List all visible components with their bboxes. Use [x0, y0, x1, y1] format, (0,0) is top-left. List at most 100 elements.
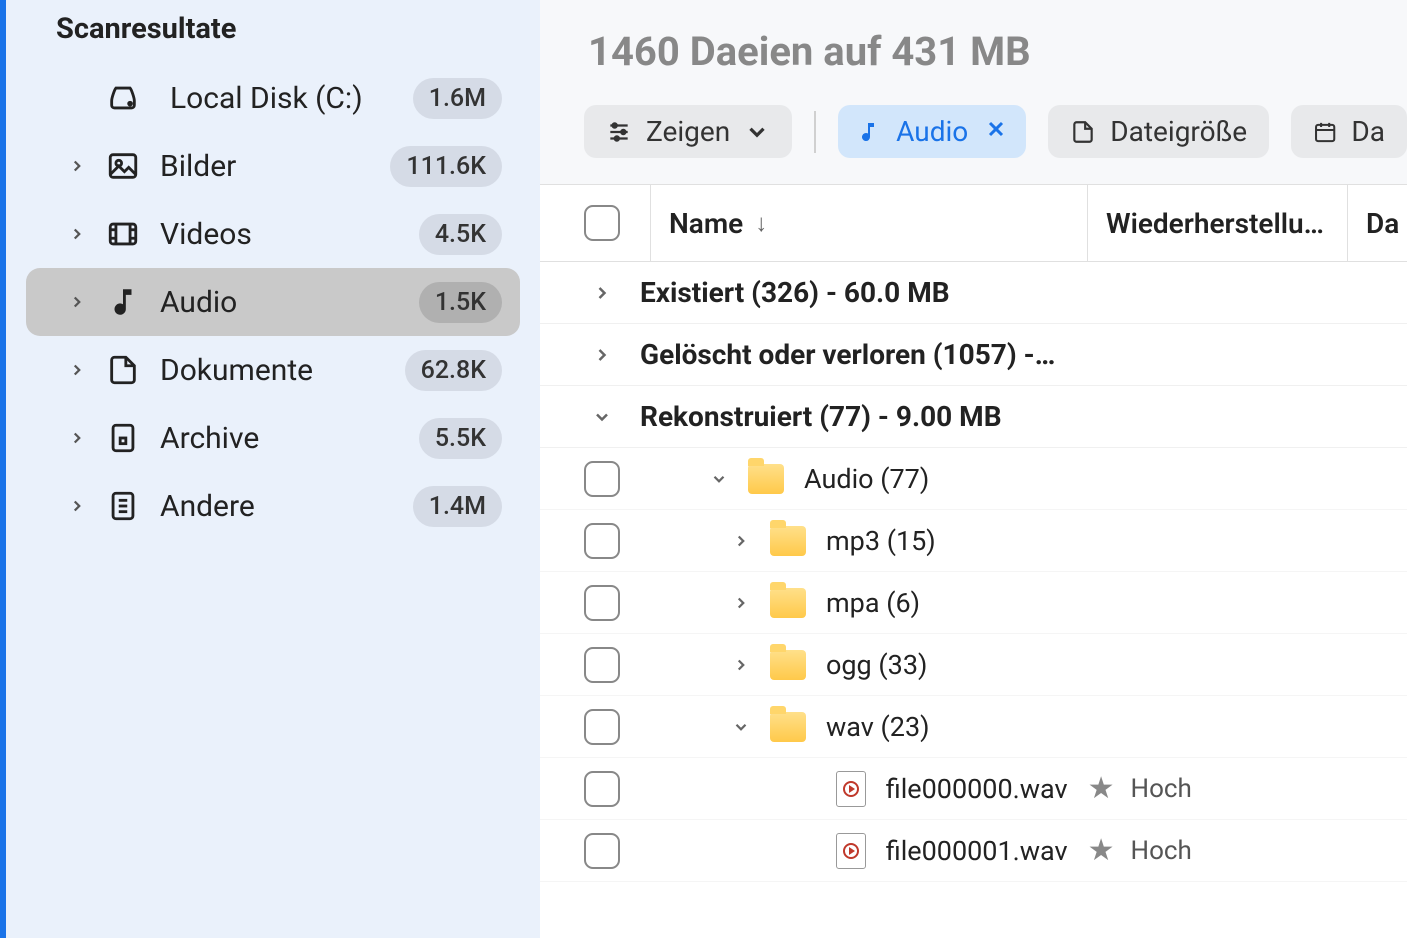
- sidebar-item-andere[interactable]: Andere 1.4M: [26, 472, 520, 540]
- sidebar-item-badge: 1.5K: [419, 282, 502, 323]
- sidebar-item-bilder[interactable]: Bilder 111.6K: [26, 132, 520, 200]
- sidebar-item-videos[interactable]: Videos 4.5K: [26, 200, 520, 268]
- file-row[interactable]: file000001.wav ★ Hoch: [540, 820, 1407, 882]
- sidebar-item-label: Andere: [160, 489, 393, 524]
- group-existiert[interactable]: Existiert (326) - 60.0 MB: [540, 262, 1407, 324]
- sliders-icon: [606, 119, 632, 145]
- chevron-right-icon: [68, 293, 86, 311]
- audio-file-icon: [836, 771, 866, 807]
- row-checkbox[interactable]: [584, 461, 620, 497]
- folder-label: mpa (6): [826, 587, 1407, 619]
- chevron-right-icon: [732, 656, 750, 674]
- audio-file-icon: [836, 833, 866, 869]
- chevron-right-icon: [592, 345, 612, 365]
- date-button[interactable]: Da: [1291, 105, 1407, 158]
- row-checkbox[interactable]: [584, 647, 620, 683]
- main-panel: 1460 Daeien auf 431 MB Zeigen Audio Date…: [540, 0, 1407, 938]
- sidebar-item-label: Archive: [160, 421, 399, 456]
- file-name: file000001.wav: [886, 835, 1068, 867]
- audio-icon: [856, 120, 880, 144]
- group-label: Rekonstruiert (77) - 9.00 MB: [640, 400, 1002, 433]
- table-header: Name ↓ Wiederherstellu… Da: [540, 184, 1407, 262]
- sidebar-item-audio[interactable]: Audio 1.5K: [26, 268, 520, 336]
- image-icon: [106, 149, 140, 183]
- recovery-cell: ★ Hoch: [1088, 771, 1339, 806]
- sidebar-item-local-disk[interactable]: Local Disk (C:) 1.6M: [26, 64, 520, 132]
- sidebar-item-archive[interactable]: Archive 5.5K: [26, 404, 520, 472]
- folder-label: ogg (33): [826, 649, 1407, 681]
- chevron-down-icon: [744, 119, 770, 145]
- sidebar-title: Scanresultate: [6, 0, 540, 64]
- folder-label: mp3 (15): [826, 525, 1407, 557]
- show-button-label: Zeigen: [646, 115, 730, 148]
- disk-icon: [106, 81, 140, 115]
- archive-icon: [106, 421, 140, 455]
- date-button-label: Da: [1351, 115, 1385, 148]
- chevron-right-icon: [68, 497, 86, 515]
- chevron-right-icon: [68, 361, 86, 379]
- sidebar-item-label: Videos: [160, 217, 399, 252]
- folder-icon: [770, 526, 806, 556]
- row-checkbox[interactable]: [584, 833, 620, 869]
- chevron-down-icon: [710, 470, 728, 488]
- sidebar-item-dokumente[interactable]: Dokumente 62.8K: [26, 336, 520, 404]
- sidebar-item-badge: 1.6M: [413, 78, 502, 119]
- close-icon[interactable]: [984, 115, 1008, 148]
- folder-row-ogg[interactable]: ogg (33): [540, 634, 1407, 696]
- chevron-down-icon: [732, 718, 750, 736]
- folder-icon: [770, 588, 806, 618]
- folder-row-wav[interactable]: wav (23): [540, 696, 1407, 758]
- file-row[interactable]: file000000.wav ★ Hoch: [540, 758, 1407, 820]
- row-checkbox[interactable]: [584, 709, 620, 745]
- folder-row-audio[interactable]: Audio (77): [540, 448, 1407, 510]
- folder-row-mpa[interactable]: mpa (6): [540, 572, 1407, 634]
- folder-icon: [748, 464, 784, 494]
- recovery-label: Hoch: [1131, 774, 1192, 804]
- filter-chip-label: Audio: [896, 115, 968, 148]
- sidebar-item-badge: 5.5K: [419, 418, 502, 459]
- file-name: file000000.wav: [886, 773, 1068, 805]
- column-header-name[interactable]: Name ↓: [650, 185, 1087, 261]
- page-title: 1460 Daeien auf 431 MB: [540, 0, 1407, 105]
- folder-icon: [770, 650, 806, 680]
- sidebar-item-badge: 111.6K: [390, 146, 502, 187]
- audio-icon: [106, 285, 140, 319]
- document-icon: [106, 353, 140, 387]
- folder-label: Audio (77): [804, 463, 1407, 495]
- sidebar: Scanresultate Local Disk (C:) 1.6M Bilde…: [0, 0, 540, 938]
- star-icon: ★: [1088, 833, 1115, 868]
- chevron-right-icon: [68, 157, 86, 175]
- file-tree: Existiert (326) - 60.0 MB Gelöscht oder …: [540, 262, 1407, 938]
- group-deleted[interactable]: Gelöscht oder verloren (1057) -…: [540, 324, 1407, 386]
- sidebar-item-badge: 1.4M: [413, 486, 502, 527]
- group-reconstructed[interactable]: Rekonstruiert (77) - 9.00 MB: [540, 386, 1407, 448]
- column-header-recovery[interactable]: Wiederherstellu…: [1087, 185, 1347, 261]
- sidebar-item-label: Audio: [160, 285, 399, 320]
- filesize-button[interactable]: Dateigröße: [1048, 105, 1269, 158]
- row-checkbox[interactable]: [584, 771, 620, 807]
- star-icon: ★: [1088, 771, 1115, 806]
- video-icon: [106, 217, 140, 251]
- sort-desc-icon: ↓: [755, 209, 767, 238]
- select-all-checkbox[interactable]: [584, 205, 620, 241]
- chevron-right-icon: [68, 225, 86, 243]
- recovery-cell: ★ Hoch: [1088, 833, 1339, 868]
- chevron-right-icon: [68, 429, 86, 447]
- sidebar-item-label: Dokumente: [160, 353, 385, 388]
- sidebar-item-label: Bilder: [160, 149, 370, 184]
- chevron-right-icon: [732, 532, 750, 550]
- show-button[interactable]: Zeigen: [584, 105, 792, 158]
- recovery-label: Hoch: [1131, 836, 1192, 866]
- row-checkbox[interactable]: [584, 523, 620, 559]
- chevron-right-icon: [732, 594, 750, 612]
- toolbar: Zeigen Audio Dateigröße Da: [540, 105, 1407, 184]
- sidebar-item-label: Local Disk (C:): [170, 81, 383, 116]
- toolbar-divider: [814, 111, 816, 153]
- filter-chip-audio[interactable]: Audio: [838, 105, 1026, 158]
- folder-row-mp3[interactable]: mp3 (15): [540, 510, 1407, 572]
- sidebar-item-badge: 4.5K: [419, 214, 502, 255]
- column-header-date[interactable]: Da: [1347, 185, 1407, 261]
- row-checkbox[interactable]: [584, 585, 620, 621]
- group-label: Gelöscht oder verloren (1057) -…: [640, 338, 1055, 371]
- folder-label: wav (23): [826, 711, 1407, 743]
